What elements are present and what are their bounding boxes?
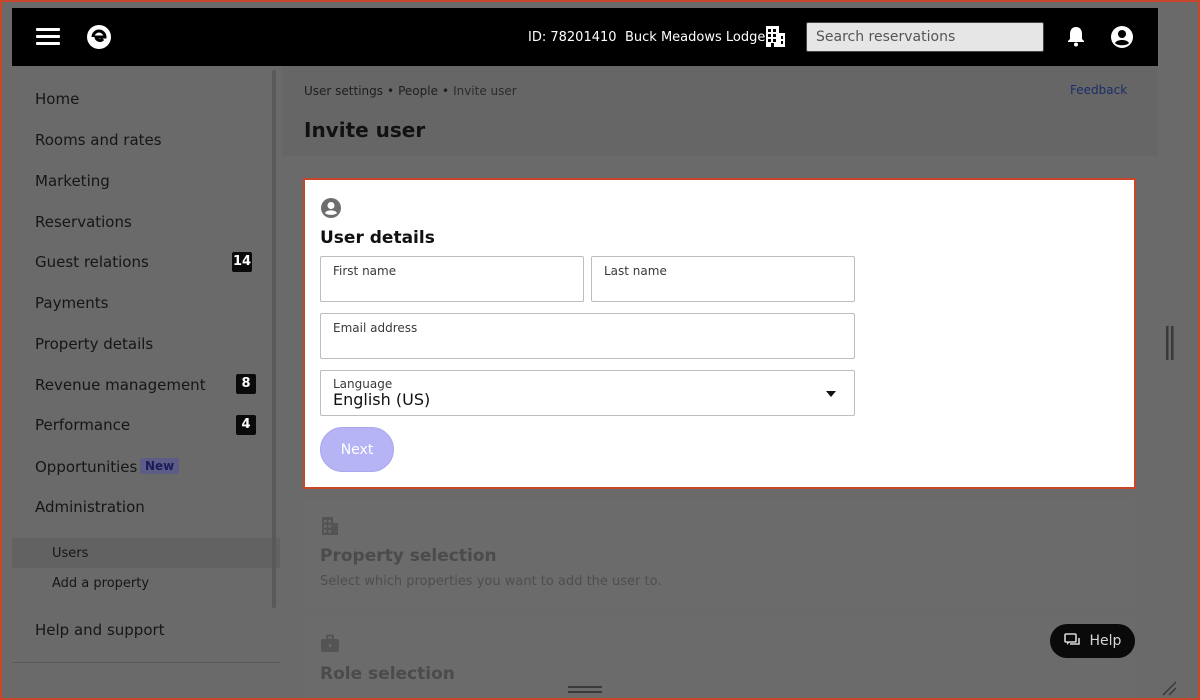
- sidebar-item-payments[interactable]: Payments: [35, 294, 108, 312]
- caret-down-icon: [826, 391, 836, 397]
- help-button[interactable]: Help: [1050, 624, 1135, 658]
- chat-icon: [1063, 633, 1080, 645]
- user-icon: [321, 198, 341, 218]
- top-bar: ID: 78201410 Buck Meadows Lodge: [12, 8, 1158, 66]
- performance-count-badge: 4: [236, 415, 256, 435]
- sidebar-item-guest-relations[interactable]: Guest relations: [35, 253, 149, 271]
- user-details-title: User details: [320, 228, 435, 248]
- language-label: Language: [333, 377, 393, 391]
- email-label: Email address: [333, 321, 418, 335]
- sidebar-item-performance[interactable]: Performance: [35, 416, 130, 434]
- sidebar-item-rooms-and-rates[interactable]: Rooms and rates: [35, 131, 162, 149]
- sidebar-item-opportunities[interactable]: Opportunities: [35, 458, 137, 476]
- guest-relations-count-badge: 14: [232, 252, 252, 272]
- sidebar-item-help-and-support[interactable]: Help and support: [35, 621, 165, 639]
- breadcrumb-people[interactable]: People: [398, 84, 438, 98]
- role-selection-title: Role selection: [320, 664, 455, 684]
- sidebar-item-revenue-management[interactable]: Revenue management: [35, 376, 206, 394]
- corner-grip-icon[interactable]: [1160, 680, 1178, 696]
- sidebar-item-home[interactable]: Home: [35, 90, 79, 108]
- sidebar: Home Rooms and rates Marketing Reservati…: [12, 66, 280, 700]
- revenue-management-count-badge: 8: [236, 374, 256, 394]
- account-icon[interactable]: [1110, 25, 1134, 49]
- language-value: English (US): [333, 390, 431, 409]
- menu-icon[interactable]: [36, 28, 60, 46]
- breadcrumb-user-settings[interactable]: User settings: [304, 84, 383, 98]
- last-name-label: Last name: [604, 264, 667, 278]
- sidebar-item-marketing[interactable]: Marketing: [35, 172, 110, 190]
- page-title: Invite user: [304, 118, 426, 142]
- building-icon: [322, 517, 338, 535]
- bell-icon[interactable]: [1066, 25, 1086, 47]
- first-name-input[interactable]: [333, 281, 571, 297]
- breadcrumb: User settings • People • Invite user: [304, 84, 517, 98]
- sidebar-item-property-details[interactable]: Property details: [35, 335, 153, 353]
- sidebar-divider: [12, 662, 280, 663]
- first-name-field[interactable]: First name: [320, 256, 584, 302]
- expedia-logo-icon[interactable]: [86, 24, 112, 50]
- resize-handle-icon[interactable]: [1166, 326, 1174, 360]
- sidebar-item-reservations[interactable]: Reservations: [35, 213, 132, 231]
- help-label: Help: [1089, 633, 1122, 649]
- opportunities-new-badge: New: [140, 458, 180, 474]
- breadcrumb-invite-user: Invite user: [453, 84, 517, 98]
- email-field[interactable]: Email address: [320, 313, 855, 359]
- property-selection-title: Property selection: [320, 546, 497, 566]
- search-input[interactable]: [806, 22, 1044, 52]
- briefcase-icon: [321, 634, 339, 652]
- first-name-label: First name: [333, 264, 397, 278]
- building-icon[interactable]: [764, 24, 786, 48]
- page-header: User settings • People • Invite user Feedbac…: [282, 66, 1158, 156]
- property-id: ID: 78201410: [528, 30, 617, 45]
- role-selection-card: Role selection: [304, 618, 1134, 700]
- resize-handle-icon[interactable]: [568, 686, 602, 694]
- last-name-field[interactable]: Last name: [591, 256, 855, 302]
- last-name-input[interactable]: [604, 281, 842, 297]
- property-name[interactable]: Buck Meadows Lodge: [625, 30, 765, 45]
- sidebar-subitem-users[interactable]: Users: [52, 546, 88, 561]
- property-selection-description: Select which properties you want to add …: [320, 574, 662, 589]
- feedback-link[interactable]: Feedback: [1070, 83, 1127, 97]
- user-details-card: User details First name Last name Email …: [303, 178, 1136, 489]
- email-input[interactable]: [333, 338, 842, 354]
- sidebar-subitem-add-property[interactable]: Add a property: [52, 576, 149, 591]
- sidebar-item-administration[interactable]: Administration: [35, 498, 145, 516]
- language-select[interactable]: Language English (US): [320, 370, 855, 416]
- sidebar-scrollbar[interactable]: [272, 70, 276, 608]
- next-button[interactable]: Next: [320, 427, 394, 472]
- property-selection-card: Property selection Select which properti…: [304, 500, 1134, 608]
